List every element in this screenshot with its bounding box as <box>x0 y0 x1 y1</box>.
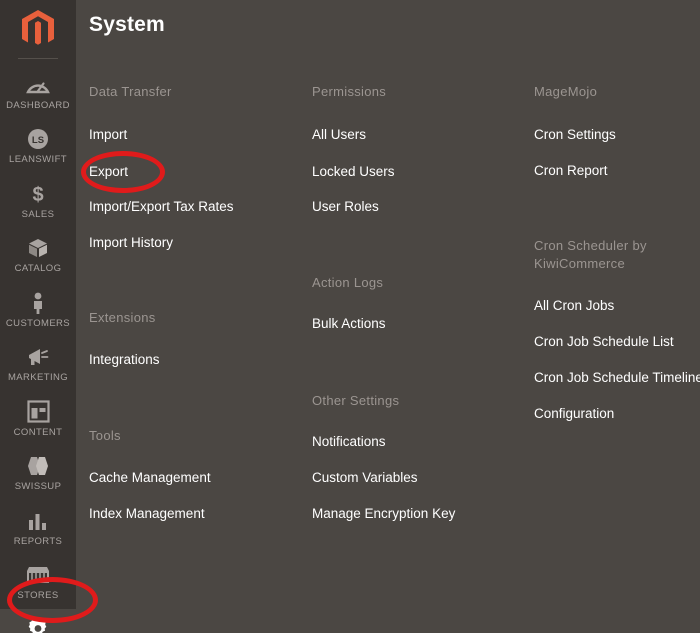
svg-text:LS: LS <box>32 135 44 146</box>
megaphone-icon <box>0 344 76 370</box>
sidebar-item-label: CUSTOMERS <box>5 317 71 329</box>
sidebar-item-label: CATALOG <box>14 263 62 275</box>
menu-link-custom-variables[interactable]: Custom Variables <box>312 470 418 486</box>
svg-text:$: $ <box>32 184 43 206</box>
menu-group-title-magemojo: MageMojo <box>534 84 598 99</box>
sidebar-item-label: DASHBOARD <box>6 100 70 111</box>
admin-system-menu-page: DASHBOARD LS LEANSWIFT $ SALES CATALOG C… <box>0 0 700 633</box>
magento-logo[interactable] <box>0 0 76 58</box>
sidebar-item-label: MARKETING <box>7 372 69 384</box>
sidebar-item-catalog[interactable]: CATALOG <box>0 228 76 282</box>
bar-chart-icon <box>0 508 76 534</box>
layout-icon <box>0 399 76 425</box>
sidebar-item-content[interactable]: CONTENT <box>0 392 76 446</box>
menu-group-title-extensions: Extensions <box>89 310 156 325</box>
menu-column-2: Permissions All Users Locked Users User … <box>300 64 524 633</box>
menu-group-title-cron-scheduler: Cron Scheduler by KiwiCommerce <box>534 238 647 272</box>
sidebar-item-label: SALES <box>21 208 55 220</box>
sidebar-item-label: SWISSUP <box>14 481 62 493</box>
menu-column-3: MageMojo Cron Settings Cron Report Cron … <box>524 64 700 633</box>
menu-column-1: Data Transfer Import Export Import/Expor… <box>76 64 300 633</box>
sidebar-item-swissup[interactable]: SWISSUP <box>0 446 76 500</box>
menu-link-cache-management[interactable]: Cache Management <box>89 470 211 486</box>
menu-link-integrations[interactable]: Integrations <box>89 352 160 368</box>
page-title: System <box>89 13 165 36</box>
sidebar-divider <box>18 58 58 59</box>
sidebar-item-system[interactable]: SYSTEM <box>0 609 76 633</box>
sidebar-item-label: LEANSWIFT <box>9 154 67 166</box>
menu-link-user-roles[interactable]: User Roles <box>312 199 379 215</box>
menu-link-cron-job-schedule-timeline[interactable]: Cron Job Schedule Timeline <box>534 370 700 386</box>
menu-link-bulk-actions[interactable]: Bulk Actions <box>312 316 386 332</box>
sidebar-item-dashboard[interactable]: DASHBOARD <box>0 65 76 119</box>
system-menu-panel: System Data Transfer Import Export Impor… <box>76 0 700 633</box>
menu-link-cron-settings[interactable]: Cron Settings <box>534 127 616 143</box>
person-icon <box>0 290 76 316</box>
sidebar-item-stores[interactable]: STORES <box>0 555 76 609</box>
menu-link-export[interactable]: Export <box>89 164 128 180</box>
sidebar-item-label: STORES <box>17 589 59 601</box>
sidebar-item-sales[interactable]: $ SALES <box>0 174 76 228</box>
gear-icon <box>0 616 76 633</box>
leanswift-icon: LS <box>0 126 76 152</box>
menu-link-import-export-tax-rates[interactable]: Import/Export Tax Rates <box>89 199 234 215</box>
menu-link-cron-report[interactable]: Cron Report <box>534 163 608 179</box>
menu-link-configuration[interactable]: Configuration <box>534 406 614 422</box>
dollar-icon: $ <box>0 181 76 207</box>
menu-link-cron-job-schedule-list[interactable]: Cron Job Schedule List <box>534 334 674 350</box>
menu-columns: Data Transfer Import Export Import/Expor… <box>76 64 700 633</box>
menu-link-index-management[interactable]: Index Management <box>89 506 205 522</box>
menu-group-title-other-settings: Other Settings <box>312 393 400 408</box>
menu-link-all-users[interactable]: All Users <box>312 127 366 143</box>
storefront-icon <box>0 562 76 588</box>
sidebar-item-label: CONTENT <box>13 426 63 438</box>
menu-link-all-cron-jobs[interactable]: All Cron Jobs <box>534 298 614 314</box>
menu-link-import-history[interactable]: Import History <box>89 235 173 251</box>
gauge-icon <box>0 72 76 98</box>
menu-group-title: Data Transfer <box>89 84 172 99</box>
menu-link-manage-encryption-key[interactable]: Manage Encryption Key <box>312 506 455 522</box>
sidebar-item-customers[interactable]: CUSTOMERS <box>0 283 76 337</box>
menu-group-title-action-logs: Action Logs <box>312 275 384 290</box>
menu-link-locked-users[interactable]: Locked Users <box>312 164 395 180</box>
swissup-icon <box>0 453 76 479</box>
menu-group-title-tools: Tools <box>89 428 121 443</box>
sidebar-item-reports[interactable]: REPORTS <box>0 501 76 555</box>
menu-link-notifications[interactable]: Notifications <box>312 434 386 450</box>
sidebar-item-label: REPORTS <box>13 535 63 547</box>
main-sidebar: DASHBOARD LS LEANSWIFT $ SALES CATALOG C… <box>0 0 76 633</box>
box-icon <box>0 235 76 261</box>
magento-logo-icon <box>22 10 54 45</box>
sidebar-item-leanswift[interactable]: LS LEANSWIFT <box>0 119 76 173</box>
menu-group-data-transfer: Data Transfer <box>89 83 172 101</box>
sidebar-item-marketing[interactable]: MARKETING <box>0 337 76 391</box>
menu-group-title-permissions: Permissions <box>312 84 387 99</box>
menu-link-import[interactable]: Import <box>89 127 127 143</box>
